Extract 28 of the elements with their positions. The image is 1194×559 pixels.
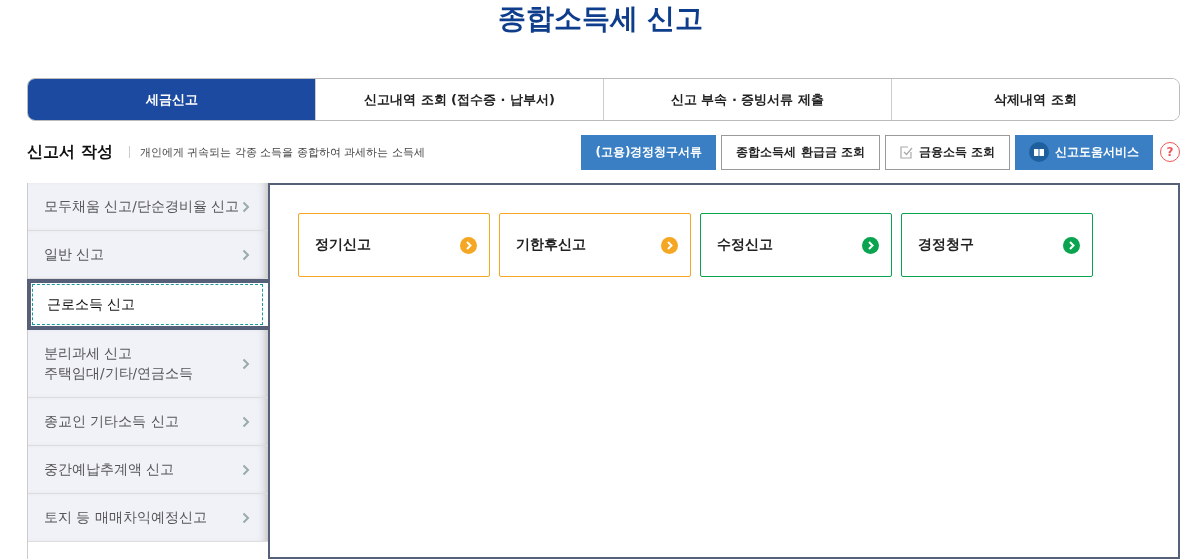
- book-icon: [1029, 142, 1049, 162]
- sidebar-item[interactable]: 토지 등 매매차익예정신고: [28, 494, 268, 542]
- financial-income-button[interactable]: 금융소득 조회: [884, 134, 1010, 170]
- checkbox-icon: [899, 145, 913, 159]
- sidebar-item[interactable]: 일반 신고: [28, 231, 268, 279]
- sidebar-item[interactable]: 종교인 기타소득 신고: [28, 398, 268, 446]
- chevron-right-icon: [242, 200, 250, 213]
- tab[interactable]: 세금신고: [28, 79, 315, 120]
- help-service-button[interactable]: 신고도움서비스: [1015, 134, 1153, 170]
- chevron-right-icon: [242, 511, 250, 524]
- chevron-right-icon: [242, 357, 250, 370]
- chevron-right-icon: [242, 463, 250, 476]
- sidebar-item[interactable]: 근로소득 신고: [27, 279, 268, 330]
- section-heading: 신고서 작성: [27, 141, 113, 163]
- option-card[interactable]: 경정청구: [901, 213, 1093, 277]
- claim-documents-button[interactable]: (고용)경정청구서류: [581, 134, 717, 170]
- refund-lookup-button[interactable]: 종합소득세 환급금 조회: [721, 134, 880, 170]
- option-card[interactable]: 기한후신고: [499, 213, 691, 277]
- sidebar-item[interactable]: 중간예납추계액 신고: [28, 446, 268, 494]
- chevron-right-icon: [242, 415, 250, 428]
- option-card[interactable]: 수정신고: [700, 213, 892, 277]
- section-description: 개인에게 귀속되는 각종 소득을 종합하여 과세하는 소득세: [139, 144, 425, 160]
- sidebar-item[interactable]: 모두채움 신고/단순경비율 신고: [28, 183, 268, 231]
- chevron-right-icon: [242, 248, 250, 261]
- tab[interactable]: 삭제내역 조회: [891, 79, 1179, 120]
- page-title: 종합소득세 신고: [496, 1, 705, 37]
- sidebar-item[interactable]: 분리과세 신고 주택임대/기타/연금소득: [28, 330, 268, 398]
- option-card[interactable]: 정기신고: [298, 213, 490, 277]
